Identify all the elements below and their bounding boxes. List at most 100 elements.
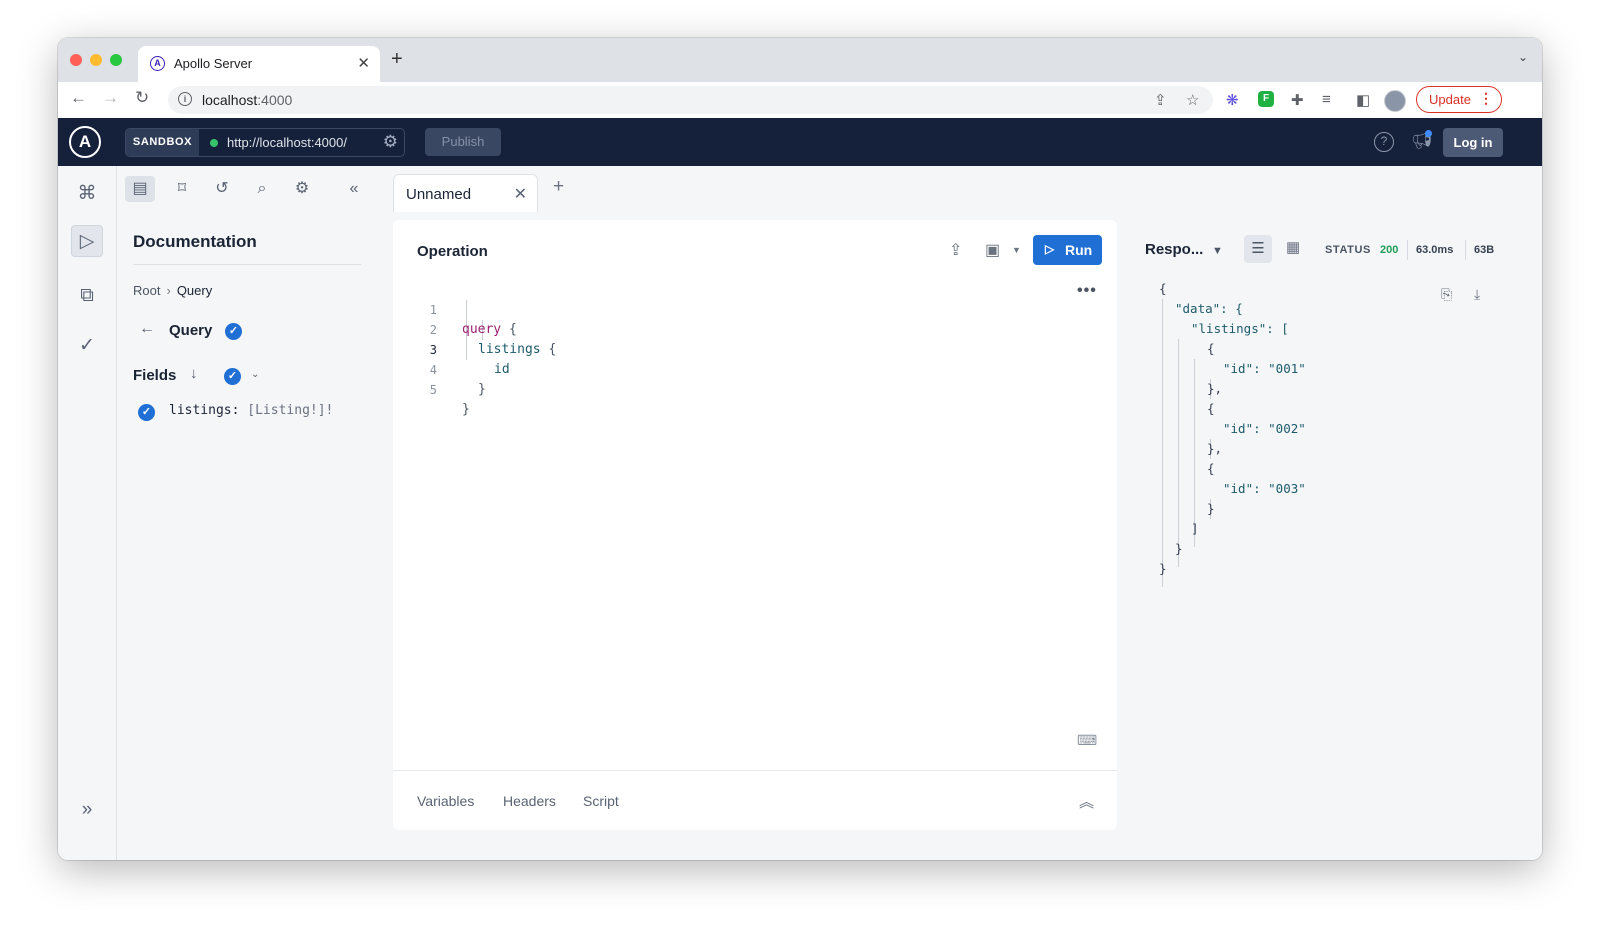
tab-close-icon[interactable]: ✕ bbox=[357, 54, 370, 72]
select-all-type-check-icon[interactable]: ✓ bbox=[225, 323, 242, 340]
schema-graph-icon[interactable]: ⌘ bbox=[71, 178, 103, 210]
select-fields-check-icon[interactable]: ✓ bbox=[224, 368, 241, 385]
reload-icon[interactable]: ↻ bbox=[135, 88, 149, 108]
search-icon[interactable]: ⌕ bbox=[247, 176, 277, 202]
divider bbox=[133, 264, 361, 265]
share-operation-icon[interactable]: ⇪ bbox=[949, 240, 962, 260]
field-type[interactable]: [Listing!]! bbox=[247, 403, 333, 418]
tab-variables[interactable]: Variables bbox=[417, 793, 474, 809]
tab-title: Apollo Server bbox=[174, 56, 253, 71]
play-icon: ▷ bbox=[1045, 242, 1055, 256]
documentation-title: Documentation bbox=[133, 232, 257, 251]
json-view-icon[interactable]: ☰ bbox=[1244, 235, 1272, 263]
settings-gear-icon[interactable]: ⚙ bbox=[287, 176, 317, 202]
browser-window: A Apollo Server ✕ + ⌄ ← → ↻ i localhost:… bbox=[58, 38, 1542, 860]
sandbox-label: SANDBOX bbox=[126, 129, 199, 156]
site-info-icon[interactable]: i bbox=[178, 92, 192, 106]
expand-footer-chevron-icon[interactable]: ︽ bbox=[1079, 791, 1094, 812]
bookmark-tab-icon[interactable]: ⌑ bbox=[167, 176, 197, 202]
endpoint-selector[interactable]: SANDBOX http://localhost:4000/ ⚙ bbox=[125, 128, 405, 157]
extension-f-icon[interactable]: F bbox=[1258, 91, 1274, 107]
breadcrumb-root[interactable]: Root bbox=[133, 283, 160, 298]
new-tab-button[interactable]: + bbox=[391, 48, 403, 71]
json-line: "id": "003" bbox=[1223, 481, 1306, 496]
address-bar[interactable]: i localhost:4000 bbox=[168, 86, 1213, 114]
json-line: }, bbox=[1207, 381, 1223, 396]
profile-avatar[interactable] bbox=[1384, 90, 1406, 112]
checks-icon[interactable]: ✓ bbox=[71, 330, 103, 362]
json-line: } bbox=[1175, 541, 1183, 556]
code-line: 4 } bbox=[429, 363, 486, 397]
minimize-window-button[interactable] bbox=[90, 54, 102, 66]
login-button[interactable]: Log in bbox=[1443, 128, 1503, 157]
close-window-button[interactable] bbox=[70, 54, 82, 66]
app-body: ⌘ ▷ ⧉ ✓ » ▤ ⌑ ↺ ⌕ ⚙ « Documentation Root… bbox=[58, 166, 1542, 860]
documentation-panel: ▤ ⌑ ↺ ⌕ ⚙ « Documentation Root › Query ← Q… bbox=[117, 166, 387, 860]
browser-tab[interactable]: A Apollo Server ✕ bbox=[138, 46, 380, 82]
add-tab-button[interactable]: + bbox=[553, 176, 564, 198]
operation-title: Operation bbox=[417, 243, 488, 260]
json-line: "listings": [ bbox=[1191, 321, 1289, 336]
operation-footer: Variables Headers Script ︽ bbox=[393, 770, 1117, 831]
endpoint-settings-gear-icon[interactable]: ⚙ bbox=[383, 132, 398, 152]
tab-search-chevron-icon[interactable]: ⌄ bbox=[1518, 50, 1528, 64]
browser-tab-strip: A Apollo Server ✕ + ⌄ bbox=[58, 38, 1542, 82]
divider bbox=[1407, 240, 1408, 260]
apollo-logo-icon[interactable]: A bbox=[69, 126, 101, 158]
keyboard-shortcuts-icon[interactable]: ⌨ bbox=[1077, 732, 1097, 749]
download-icon[interactable]: ⤓ bbox=[1474, 286, 1480, 303]
more-options-icon[interactable]: ••• bbox=[1077, 282, 1097, 300]
extension-snowflake-icon[interactable]: ❋ bbox=[1226, 91, 1239, 109]
maximize-window-button[interactable] bbox=[110, 54, 122, 66]
diff-icon[interactable]: ⧉ bbox=[71, 280, 103, 312]
tab-headers[interactable]: Headers bbox=[503, 793, 556, 809]
apollo-header: A SANDBOX http://localhost:4000/ ⚙ Publi… bbox=[58, 118, 1542, 166]
save-operation-icon[interactable]: ▣ bbox=[985, 240, 1000, 260]
publish-button[interactable]: Publish bbox=[425, 128, 501, 156]
back-arrow-icon[interactable]: ← bbox=[139, 320, 155, 338]
bookmark-star-icon[interactable]: ☆ bbox=[1186, 91, 1199, 109]
extensions-puzzle-icon[interactable]: ✚ bbox=[1291, 91, 1304, 109]
json-line: } bbox=[1207, 501, 1215, 516]
help-icon[interactable]: ? bbox=[1374, 132, 1394, 152]
update-button[interactable]: Update ⋮ bbox=[1416, 86, 1502, 113]
history-tab-icon[interactable]: ↺ bbox=[207, 176, 237, 202]
table-view-icon[interactable]: ▦ bbox=[1286, 238, 1300, 256]
json-line: { bbox=[1207, 401, 1215, 416]
json-line: "data": { bbox=[1175, 301, 1243, 316]
kebab-menu-icon: ⋮ bbox=[1479, 90, 1493, 106]
field-listings-row[interactable]: listings: [Listing!]! bbox=[169, 403, 333, 418]
response-title[interactable]: Respo... bbox=[1145, 241, 1203, 258]
side-panel-icon[interactable]: ◧ bbox=[1356, 91, 1370, 109]
divider bbox=[1465, 240, 1466, 260]
json-line: ] bbox=[1191, 521, 1199, 536]
indent-guide bbox=[1162, 299, 1163, 587]
reading-list-icon[interactable]: ≡ bbox=[1322, 91, 1331, 108]
breadcrumb-separator-icon: › bbox=[166, 283, 171, 298]
share-icon[interactable]: ⇪ bbox=[1154, 91, 1167, 109]
json-line: { bbox=[1207, 341, 1215, 356]
operation-tab[interactable]: Unnamed ✕ bbox=[393, 174, 538, 212]
status-label: STATUS bbox=[1325, 244, 1371, 256]
copy-clipboard-icon[interactable]: ⎘ bbox=[1441, 286, 1452, 303]
collapse-panel-icon[interactable]: « bbox=[339, 176, 369, 202]
code-line: 1 query { bbox=[429, 303, 517, 337]
close-tab-icon[interactable]: ✕ bbox=[514, 184, 527, 204]
tab-script[interactable]: Script bbox=[583, 793, 619, 809]
expand-rail-icon[interactable]: » bbox=[71, 794, 103, 826]
forward-arrow-icon[interactable]: → bbox=[102, 88, 119, 108]
save-dropdown-chevron-icon[interactable]: ▼ bbox=[1012, 245, 1021, 255]
run-button[interactable]: ▷ Run bbox=[1033, 235, 1102, 265]
breadcrumb: Root › Query bbox=[133, 283, 212, 298]
chevron-down-icon[interactable]: ⌄ bbox=[251, 369, 259, 380]
json-line: { bbox=[1159, 281, 1167, 296]
explorer-play-icon[interactable]: ▷ bbox=[71, 225, 103, 257]
json-line: }, bbox=[1207, 441, 1223, 456]
code-line: 3 id bbox=[429, 343, 510, 377]
sort-arrow-icon[interactable]: ↓ bbox=[190, 365, 198, 382]
field-selected-check-icon[interactable]: ✓ bbox=[138, 404, 155, 421]
back-arrow-icon[interactable]: ← bbox=[70, 88, 87, 108]
response-dropdown-chevron-icon[interactable]: ▼ bbox=[1212, 245, 1223, 257]
documentation-tab-icon[interactable]: ▤ bbox=[125, 176, 155, 202]
update-label: Update bbox=[1429, 92, 1471, 107]
